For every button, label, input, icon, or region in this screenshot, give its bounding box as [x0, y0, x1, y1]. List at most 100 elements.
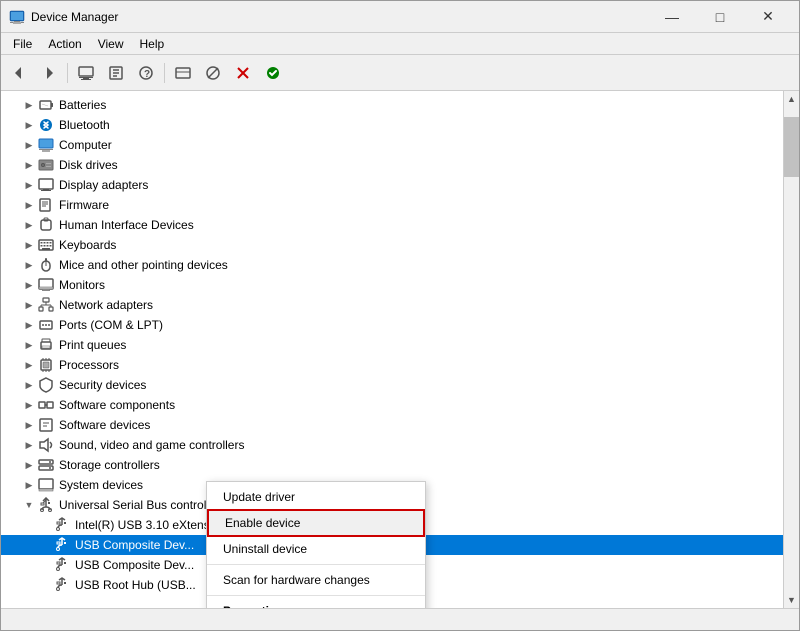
context-enable-device[interactable]: Enable device: [207, 509, 425, 537]
scroll-down-button[interactable]: ▼: [784, 592, 799, 608]
back-button[interactable]: [5, 59, 33, 87]
device-tree[interactable]: ▶ Batteries ▶: [1, 91, 783, 608]
context-properties[interactable]: Properties: [207, 599, 425, 608]
menu-bar: File Action View Help: [1, 33, 799, 55]
monitors-icon: [37, 277, 55, 293]
expand-keyboards[interactable]: ▶: [21, 237, 37, 253]
tree-item-computer[interactable]: ▶ Computer: [1, 135, 783, 155]
tree-item-firmware[interactable]: ▶ Firmware: [1, 195, 783, 215]
expand-sw-components[interactable]: ▶: [21, 397, 37, 413]
expand-display[interactable]: ▶: [21, 177, 37, 193]
expand-security[interactable]: ▶: [21, 377, 37, 393]
tree-item-disk[interactable]: ▶ Disk drives: [1, 155, 783, 175]
menu-help[interactable]: Help: [132, 35, 173, 53]
svg-text:?: ?: [144, 69, 150, 80]
content-area: ▶ Batteries ▶: [1, 91, 799, 608]
expand-ports[interactable]: ▶: [21, 317, 37, 333]
forward-button[interactable]: [35, 59, 63, 87]
tree-item-security[interactable]: ▶ Security devices: [1, 375, 783, 395]
toolbar: ?: [1, 55, 799, 91]
expand-system[interactable]: ▶: [21, 477, 37, 493]
device-manager-window: Device Manager — □ ✕ File Action View He…: [0, 0, 800, 631]
menu-action[interactable]: Action: [40, 35, 89, 53]
processors-label: Processors: [59, 358, 119, 372]
menu-view[interactable]: View: [90, 35, 132, 53]
tree-item-hid[interactable]: ▶ Human Interface Devices: [1, 215, 783, 235]
title-bar: Device Manager — □ ✕: [1, 1, 799, 33]
expand-sw-devices[interactable]: ▶: [21, 417, 37, 433]
print-icon: [37, 337, 55, 353]
disable-button[interactable]: [199, 59, 227, 87]
properties-button[interactable]: [102, 59, 130, 87]
network-icon: [37, 297, 55, 313]
sw-devices-icon: [37, 417, 55, 433]
tree-item-processors[interactable]: ▶ Processors: [1, 355, 783, 375]
tree-item-ports[interactable]: ▶ Ports (COM & LPT): [1, 315, 783, 335]
expand-disk[interactable]: ▶: [21, 157, 37, 173]
monitors-label: Monitors: [59, 278, 105, 292]
uninstall-button[interactable]: [229, 59, 257, 87]
expand-usb[interactable]: ▼: [21, 497, 37, 513]
keyboards-label: Keyboards: [59, 238, 116, 252]
help-button[interactable]: ?: [132, 59, 160, 87]
expand-firmware[interactable]: ▶: [21, 197, 37, 213]
expand-storage[interactable]: ▶: [21, 457, 37, 473]
menu-file[interactable]: File: [5, 35, 40, 53]
context-uninstall-device[interactable]: Uninstall device: [207, 537, 425, 561]
tree-item-print[interactable]: ▶ Print queues: [1, 335, 783, 355]
context-scan-hardware[interactable]: Scan for hardware changes: [207, 568, 425, 592]
usb-composite2-icon: [53, 557, 71, 573]
batteries-label: Batteries: [59, 98, 106, 112]
context-menu-separator-2: [207, 595, 425, 596]
expand-hid[interactable]: ▶: [21, 217, 37, 233]
expand-print[interactable]: ▶: [21, 337, 37, 353]
tree-item-bluetooth[interactable]: ▶ Bluetooth: [1, 115, 783, 135]
expand-computer[interactable]: ▶: [21, 137, 37, 153]
toolbar-separator-1: [67, 63, 68, 83]
scroll-thumb[interactable]: [784, 117, 799, 177]
expand-monitors[interactable]: ▶: [21, 277, 37, 293]
tree-item-monitors[interactable]: ▶ Monitors: [1, 275, 783, 295]
print-label: Print queues: [59, 338, 126, 352]
expand-processors[interactable]: ▶: [21, 357, 37, 373]
tree-item-batteries[interactable]: ▶ Batteries: [1, 95, 783, 115]
tree-item-storage[interactable]: ▶ Storage controllers: [1, 455, 783, 475]
usb-label: Universal Serial Bus controllers: [59, 498, 226, 512]
scrollbar[interactable]: ▲ ▼: [783, 91, 799, 608]
expand-bluetooth[interactable]: ▶: [21, 117, 37, 133]
expand-sound[interactable]: ▶: [21, 437, 37, 453]
sound-label: Sound, video and game controllers: [59, 438, 244, 452]
mice-label: Mice and other pointing devices: [59, 258, 228, 272]
status-bar: [1, 608, 799, 630]
expand-network[interactable]: ▶: [21, 297, 37, 313]
tree-item-display[interactable]: ▶ Display adapters: [1, 175, 783, 195]
computer-icon-button[interactable]: [72, 59, 100, 87]
system-label: System devices: [59, 478, 143, 492]
scan-button[interactable]: [259, 59, 287, 87]
context-update-driver[interactable]: Update driver: [207, 485, 425, 509]
storage-icon: [37, 457, 55, 473]
network-label: Network adapters: [59, 298, 153, 312]
tree-item-keyboards[interactable]: ▶ Keyboards: [1, 235, 783, 255]
maximize-button[interactable]: □: [697, 2, 743, 32]
device-view-button[interactable]: [169, 59, 197, 87]
expand-mice[interactable]: ▶: [21, 257, 37, 273]
security-icon: [37, 377, 55, 393]
usb-composite2-label: USB Composite Dev...: [75, 558, 194, 572]
usb-icon: [37, 497, 55, 513]
tree-item-sound[interactable]: ▶ Sound, video and game controllers: [1, 435, 783, 455]
window-icon: [9, 9, 25, 25]
toolbar-separator-2: [164, 63, 165, 83]
sw-devices-label: Software devices: [59, 418, 150, 432]
keyboards-icon: [37, 237, 55, 253]
minimize-button[interactable]: —: [649, 2, 695, 32]
expand-batteries[interactable]: ▶: [21, 97, 37, 113]
tree-item-sw-devices[interactable]: ▶ Software devices: [1, 415, 783, 435]
batteries-icon: [37, 97, 55, 113]
tree-item-mice[interactable]: ▶ Mice and other pointing devices: [1, 255, 783, 275]
close-button[interactable]: ✕: [745, 2, 791, 32]
display-icon: [37, 177, 55, 193]
tree-item-sw-components[interactable]: ▶ Software components: [1, 395, 783, 415]
tree-item-network[interactable]: ▶ Network adapters: [1, 295, 783, 315]
scroll-up-button[interactable]: ▲: [784, 91, 799, 107]
